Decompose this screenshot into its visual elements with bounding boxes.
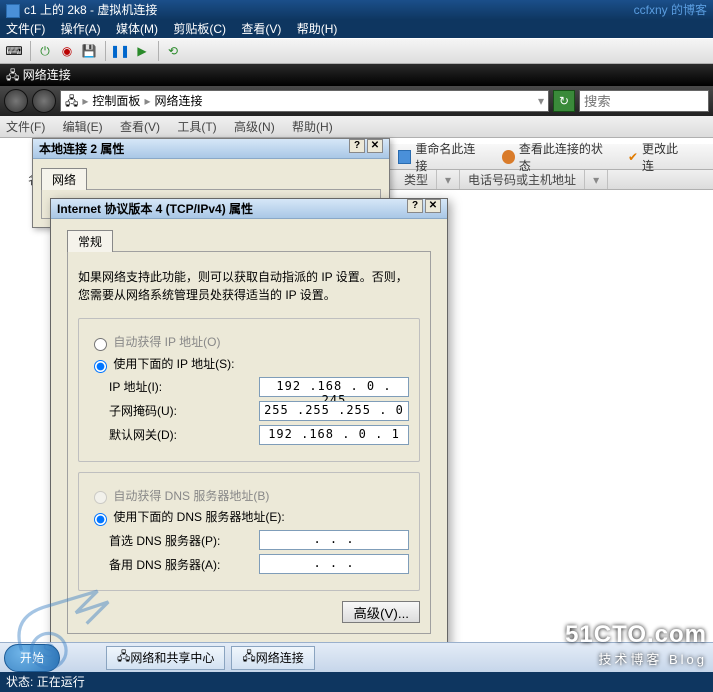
nav-back-button[interactable] xyxy=(4,89,28,113)
vm-menubar: 文件(F) 操作(A) 媒体(M) 剪贴板(C) 查看(V) 帮助(H) xyxy=(0,20,713,38)
dns-auto-label: 自动获得 DNS 服务器地址(B) xyxy=(113,489,269,503)
vm-titlebar: c1 上的 2k8 - 虚拟机连接 ccfxny 的博客 xyxy=(0,0,713,20)
vm-title-text: c1 上的 2k8 - 虚拟机连接 xyxy=(24,3,157,17)
ip-auto-radio[interactable] xyxy=(94,338,107,351)
ip-manual-label: 使用下面的 IP 地址(S): xyxy=(113,357,234,371)
advanced-button[interactable]: 高级(V)... xyxy=(342,601,420,623)
explorer-navbar: 🖧 ▸ 控制面板 ▸ 网络连接 ▾ ↻ xyxy=(0,86,713,116)
dns-manual-radio[interactable] xyxy=(94,513,107,526)
ip-address-label: IP 地址(I): xyxy=(109,378,259,395)
dialog1-close-button[interactable]: ✕ xyxy=(367,139,383,153)
exp-menu-tools[interactable]: 工具(T) xyxy=(177,120,216,134)
breadcrumb-icon: 🖧 xyxy=(65,91,78,111)
explorer-titlebar: 🖧 网络连接 xyxy=(0,64,713,86)
explorer-icon: 🖧 xyxy=(6,68,23,82)
explorer-menubar: 文件(F) 编辑(E) 查看(V) 工具(T) 高级(N) 帮助(H) xyxy=(0,116,713,138)
exp-menu-view[interactable]: 查看(V) xyxy=(120,120,160,134)
taskbar: 开始 🖧 网络和共享中心 🖧 网络连接 xyxy=(0,642,713,672)
start-button[interactable]: 开始 xyxy=(4,644,60,672)
vm-menu-file[interactable]: 文件(F) xyxy=(6,22,45,36)
dns-alt-label: 备用 DNS 服务器(A): xyxy=(109,556,259,573)
dialog2-title-text: Internet 协议版本 4 (TCP/IPv4) 属性 xyxy=(57,199,253,218)
vm-icon xyxy=(6,4,20,18)
dns-alt-input[interactable]: . . . xyxy=(259,554,409,574)
vm-menu-action[interactable]: 操作(A) xyxy=(61,22,101,36)
taskbar-item-network-sharing[interactable]: 🖧 网络和共享中心 xyxy=(106,646,225,670)
search-input[interactable] xyxy=(579,90,709,112)
breadcrumb-root[interactable]: 控制面板 xyxy=(92,91,140,111)
dialog2-titlebar[interactable]: Internet 协议版本 4 (TCP/IPv4) 属性 ? ✕ xyxy=(51,199,447,219)
exp-menu-advanced[interactable]: 高级(N) xyxy=(234,120,275,134)
dialog2-tab-general[interactable]: 常规 xyxy=(67,230,113,252)
tcpip-properties-dialog: Internet 协议版本 4 (TCP/IPv4) 属性 ? ✕ 常规 如果网… xyxy=(50,198,448,679)
dialog2-description: 如果网络支持此功能，则可以获取自动指派的 IP 设置。否则， 您需要从网络系统管… xyxy=(78,268,420,304)
vm-menu-view[interactable]: 查看(V) xyxy=(241,22,281,36)
ip-address-input[interactable]: 192 .168 . 0 . 245 xyxy=(259,377,409,397)
pause-icon[interactable]: ❚❚ xyxy=(110,41,130,61)
vm-menu-help[interactable]: 帮助(H) xyxy=(297,22,338,36)
status-value: 正在运行 xyxy=(37,675,85,689)
dns-pref-label: 首选 DNS 服务器(P): xyxy=(109,532,259,549)
exp-menu-file[interactable]: 文件(F) xyxy=(6,120,45,134)
dialog1-help-button[interactable]: ? xyxy=(349,139,365,153)
gateway-input[interactable]: 192 .168 . 0 . 1 xyxy=(259,425,409,445)
dns-pref-input[interactable]: . . . xyxy=(259,530,409,550)
breadcrumb[interactable]: 🖧 ▸ 控制面板 ▸ 网络连接 ▾ xyxy=(60,90,549,112)
dialog1-title-text: 本地连接 2 属性 xyxy=(39,139,124,158)
exp-menu-edit[interactable]: 编辑(E) xyxy=(63,120,103,134)
taskbar-item-network-connections[interactable]: 🖧 网络连接 xyxy=(231,646,314,670)
status-label: 状态: xyxy=(6,675,33,689)
exp-menu-help[interactable]: 帮助(H) xyxy=(292,120,333,134)
ip-manual-radio[interactable] xyxy=(94,360,107,373)
ctrlaltdel-icon[interactable]: ⌨ xyxy=(4,41,24,61)
dialog2-help-button[interactable]: ? xyxy=(407,199,423,213)
explorer-title-text: 网络连接 xyxy=(23,68,71,82)
ip-auto-label: 自动获得 IP 地址(O) xyxy=(113,335,220,349)
network-center-icon: 🖧 xyxy=(117,647,130,668)
dialog2-close-button[interactable]: ✕ xyxy=(425,199,441,213)
network-connections-icon: 🖧 xyxy=(242,647,255,668)
dns-auto-radio xyxy=(94,491,107,504)
change-connection-button[interactable]: ✔更改此连 xyxy=(628,140,687,174)
start-icon[interactable]: ⏻ xyxy=(35,41,55,61)
nav-forward-button[interactable] xyxy=(32,89,56,113)
subnet-mask-label: 子网掩码(U): xyxy=(109,402,259,419)
shutdown-icon[interactable]: ◉ xyxy=(57,41,77,61)
vm-blog-text: ccfxny 的博客 xyxy=(634,0,707,20)
subnet-mask-input[interactable]: 255 .255 .255 . 0 xyxy=(259,401,409,421)
col-type[interactable]: 类型 xyxy=(396,170,437,189)
dns-manual-label: 使用下面的 DNS 服务器地址(E): xyxy=(113,510,284,524)
dialog1-titlebar[interactable]: 本地连接 2 属性 ? ✕ xyxy=(33,139,389,159)
save-icon[interactable]: 💾 xyxy=(79,41,99,61)
vm-menu-clipboard[interactable]: 剪贴板(C) xyxy=(173,22,226,36)
col-phone[interactable]: 电话号码或主机地址 xyxy=(460,170,585,189)
vm-menu-media[interactable]: 媒体(M) xyxy=(116,22,158,36)
vm-statusbar: 状态: 正在运行 xyxy=(0,672,713,692)
vm-toolbar: ⌨ ⏻ ◉ 💾 ❚❚ ▶ ⟲ xyxy=(0,38,713,64)
gateway-label: 默认网关(D): xyxy=(109,426,259,443)
snapshot-icon[interactable]: ⟲ xyxy=(163,41,183,61)
rename-connection-button[interactable]: 重命名此连接 xyxy=(398,140,484,174)
view-status-button[interactable]: 查看此连接的状态 xyxy=(502,140,610,174)
connection-toolbar: 重命名此连接 查看此连接的状态 ✔更改此连 xyxy=(390,144,713,170)
refresh-button[interactable]: ↻ xyxy=(553,90,575,112)
breadcrumb-leaf[interactable]: 网络连接 xyxy=(154,91,202,111)
ip-group: 自动获得 IP 地址(O) 使用下面的 IP 地址(S): IP 地址(I): … xyxy=(78,318,420,462)
dialog1-tab-network[interactable]: 网络 xyxy=(41,168,87,190)
reset-icon[interactable]: ▶ xyxy=(132,41,152,61)
dns-group: 自动获得 DNS 服务器地址(B) 使用下面的 DNS 服务器地址(E): 首选… xyxy=(78,472,420,592)
